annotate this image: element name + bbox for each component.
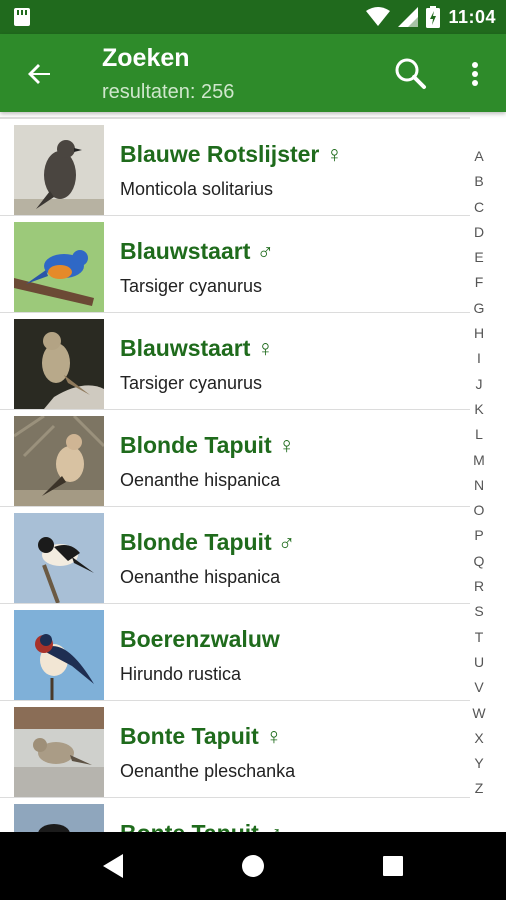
index-letter-t[interactable]: T [468,625,490,650]
search-button[interactable] [390,54,430,94]
bird-photo [14,125,104,215]
bird-name: Blauwstaart ♀ [120,335,275,361]
wifi-icon [366,7,391,26]
index-letter-v[interactable]: V [468,675,490,700]
index-letter-x[interactable]: X [468,726,490,751]
index-letter-o[interactable]: O [468,498,490,523]
index-letter-i[interactable]: I [468,346,490,371]
sd-card-icon [14,8,30,26]
nav-back-icon [103,854,123,878]
app-toolbar: Zoeken resultaten: 256 [0,34,506,112]
bird-photo [14,222,104,312]
status-icons: 11:04 [366,5,496,29]
bird-name: Blauwstaart ♂ [120,238,275,264]
signal-icon [398,7,419,27]
bird-photo [14,707,104,797]
arrow-back-icon [28,64,50,84]
scientific-name: Tarsiger cyanurus [120,373,263,393]
scientific-name: Oenanthe hispanica [120,567,281,587]
bird-photo [14,513,104,603]
bird-name: Blonde Tapuit ♀ [120,432,296,458]
scientific-name: Monticola solitarius [120,179,274,199]
result-count: resultaten: 256 [102,81,235,103]
bird-photo [14,804,104,832]
scientific-name: Tarsiger cyanurus [120,276,263,296]
page-title: Zoeken [102,44,190,72]
bird-name: Blauwe Rotslijster ♀ [120,141,344,167]
index-letter-g[interactable]: G [468,296,490,321]
index-letter-a[interactable]: A [468,144,490,169]
back-button[interactable] [20,54,60,94]
overflow-menu-button[interactable] [460,54,490,94]
scientific-name: Oenanthe hispanica [120,470,281,490]
nav-home-button[interactable] [233,846,273,886]
index-letter-e[interactable]: E [468,245,490,270]
index-letter-y[interactable]: Y [468,751,490,776]
list-item[interactable]: Blauwstaart ♂ Tarsiger cyanurus [0,215,470,312]
index-letter-r[interactable]: R [468,574,490,599]
index-letter-z[interactable]: Z [468,776,490,801]
index-letter-q[interactable]: Q [468,549,490,574]
index-letter-h[interactable]: H [468,321,490,346]
bird-photo [14,610,104,700]
list-item[interactable]: Blonde Tapuit ♂ Oenanthe hispanica [0,506,470,603]
index-letter-p[interactable]: P [468,523,490,548]
alphabet-index[interactable]: ABCDEFGHIJKLMNOPQRSTUVWXYZ [468,144,490,802]
bird-photo [14,319,104,409]
scientific-name: Oenanthe pleschanka [120,761,296,781]
results-list[interactable]: Blauwe Rotslijster ♀ Monticola solitariu… [0,112,506,832]
scientific-name: Hirundo rustica [120,664,242,684]
more-vert-icon [472,62,478,86]
index-letter-j[interactable]: J [468,372,490,397]
list-item[interactable]: Bonte Tapuit ♂ [0,797,470,832]
list-item[interactable]: Blonde Tapuit ♀ Oenanthe hispanica [0,409,470,506]
index-letter-b[interactable]: B [468,169,490,194]
index-letter-u[interactable]: U [468,650,490,675]
nav-recents-button[interactable] [373,846,413,886]
bird-name: Bonte Tapuit ♀ [120,723,283,749]
bird-name: Bonte Tapuit ♂ [120,820,282,832]
nav-home-icon [242,855,264,877]
index-letter-d[interactable]: D [468,220,490,245]
index-letter-c[interactable]: C [468,195,490,220]
bird-name: Boerenzwaluw [120,626,280,652]
list-item[interactable]: Blauwstaart ♀ Tarsiger cyanurus [0,312,470,409]
bird-photo [14,416,104,506]
battery-icon [426,6,441,28]
index-letter-n[interactable]: N [468,473,490,498]
nav-recents-icon [383,856,403,876]
bird-name: Blonde Tapuit ♂ [120,529,296,555]
list-item[interactable]: Bonte Tapuit ♀ Oenanthe pleschanka [0,700,470,797]
index-letter-f[interactable]: F [468,270,490,295]
status-bar: 11:04 [0,0,506,34]
list-item[interactable]: Blauwe Rotslijster ♀ Monticola solitariu… [0,118,470,215]
clock: 11:04 [448,6,496,27]
index-letter-k[interactable]: K [468,397,490,422]
search-icon [395,58,426,89]
list-item[interactable]: Boerenzwaluw Hirundo rustica [0,603,470,700]
index-letter-w[interactable]: W [468,701,490,726]
index-letter-s[interactable]: S [468,599,490,624]
navigation-bar [0,832,506,900]
nav-back-button[interactable] [93,846,133,886]
index-letter-m[interactable]: M [468,448,490,473]
index-letter-l[interactable]: L [468,422,490,447]
